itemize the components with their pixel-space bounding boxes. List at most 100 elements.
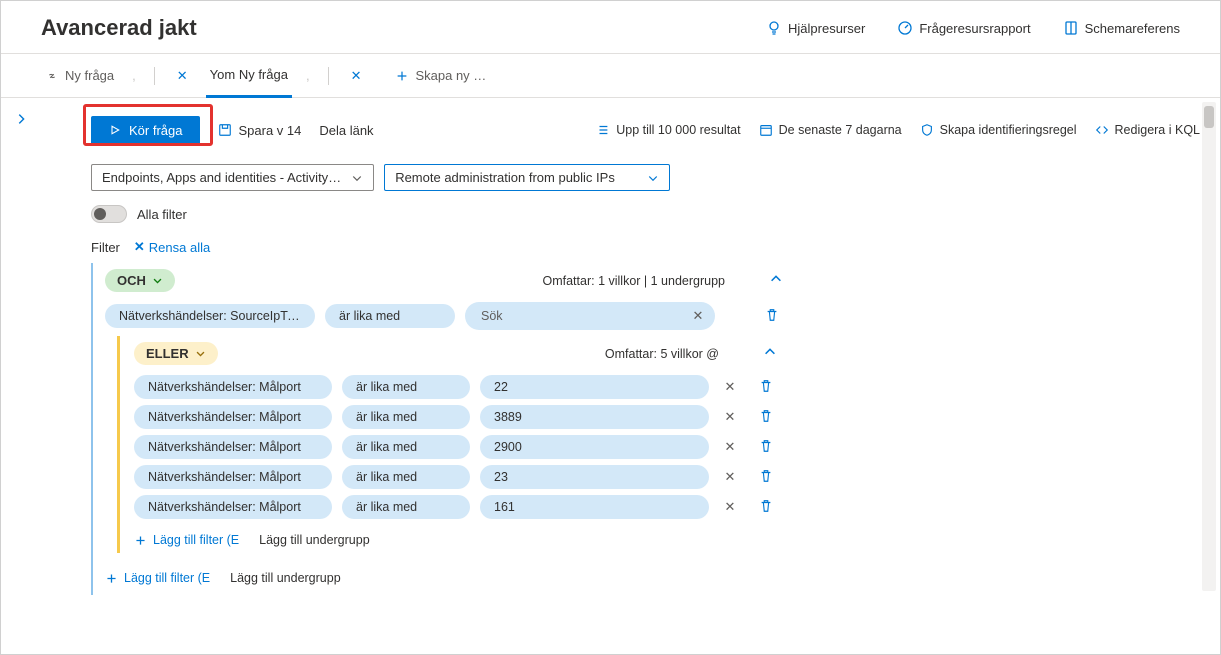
page-title: Avancerad jakt — [41, 15, 197, 41]
query-resource-report-link[interactable]: Frågeresursrapport — [897, 20, 1030, 36]
add-filter-link[interactable]: Lägg till filter (E — [134, 533, 239, 547]
share-label: Dela länk — [319, 123, 373, 138]
chevron-down-icon — [647, 172, 659, 184]
chevron-right-icon — [14, 112, 28, 126]
timespan-label: De senaste 7 dagarna — [779, 123, 902, 137]
field-pill[interactable]: Nätverkshändelser: Målport — [134, 375, 332, 399]
value-input[interactable] — [479, 308, 687, 324]
delete-condition[interactable] — [765, 308, 787, 325]
add-subgroup-link[interactable]: Lägg till undergrupp — [259, 533, 370, 547]
clear-all-label: Rensa alla — [149, 240, 210, 255]
new-tab-label: Skapa ny … — [415, 68, 486, 83]
template-select[interactable]: Remote administration from public IPs — [384, 164, 670, 191]
value-pill[interactable]: 2900 — [480, 435, 709, 459]
plus-icon — [134, 534, 147, 547]
remove-condition-icon[interactable]: ✕ — [719, 406, 741, 428]
operator-pill[interactable]: är lika med — [342, 405, 470, 429]
remove-condition-icon[interactable]: ✕ — [719, 376, 741, 398]
add-row-subgroup: Lägg till filter (E Lägg till undergrupp — [134, 525, 781, 547]
or-label: ELLER — [146, 346, 189, 361]
help-resources-link[interactable]: Hjälpresurser — [766, 20, 865, 36]
remove-condition-icon[interactable]: ✕ — [719, 436, 741, 458]
operator-pill[interactable]: är lika med — [342, 435, 470, 459]
schema-reference-link[interactable]: Schemareferens — [1063, 20, 1180, 36]
add-subgroup-link[interactable]: Lägg till undergrupp — [230, 571, 341, 585]
or-operator-chip[interactable]: ELLER — [134, 342, 218, 365]
calendar-icon — [759, 123, 773, 137]
tab-divider: , — [306, 68, 310, 83]
condition-row: Nätverkshändelser: SourceIpType är lika … — [105, 302, 787, 330]
and-group-right: Omfattar: 1 villkor | 1 undergrupp — [543, 272, 788, 289]
help-resources-label: Hjälpresurser — [788, 21, 865, 36]
and-operator-chip[interactable]: OCH — [105, 269, 175, 292]
play-icon — [109, 124, 121, 136]
tab-divider: , — [132, 68, 136, 83]
expand-sidebar[interactable] — [1, 98, 41, 595]
operator-pill[interactable]: är lika med — [342, 495, 470, 519]
plus-icon — [105, 572, 118, 585]
trash-icon — [759, 379, 773, 393]
field-pill[interactable]: Nätverkshändelser: Målport — [134, 465, 332, 489]
results-limit[interactable]: Upp till 10 000 resultat — [596, 123, 740, 137]
condition-row: Nätverkshändelser: Målport är lika med 290… — [134, 435, 781, 459]
share-link-button[interactable]: Dela länk — [319, 123, 373, 138]
trash-icon — [759, 439, 773, 453]
trash-icon — [759, 409, 773, 423]
value-pill[interactable]: 23 — [480, 465, 709, 489]
value-pill[interactable]: 3889 — [480, 405, 709, 429]
results-label: Upp till 10 000 resultat — [616, 123, 740, 137]
delete-condition[interactable] — [759, 379, 781, 396]
close-icon[interactable]: ✕ — [347, 68, 366, 84]
clear-value-icon[interactable]: ✕ — [687, 305, 709, 327]
scrollbar-thumb[interactable] — [1204, 106, 1214, 128]
table-select[interactable]: Endpoints, Apps and identities - Activit… — [91, 164, 374, 191]
run-query-button[interactable]: Kör fråga — [91, 116, 200, 145]
selects-row: Endpoints, Apps and identities - Activit… — [41, 152, 1200, 201]
save-button[interactable]: Spara v 14 — [218, 123, 301, 138]
shield-icon — [920, 123, 934, 137]
operator-pill[interactable]: är lika med — [342, 375, 470, 399]
add-filter-label: Lägg till filter (E — [124, 571, 210, 585]
chevron-up-icon — [763, 345, 777, 359]
close-icon[interactable]: ✕ — [173, 68, 192, 84]
trash-icon — [759, 469, 773, 483]
chevron-down-icon — [351, 172, 363, 184]
field-pill[interactable]: Nätverkshändelser: SourceIpType — [105, 304, 315, 328]
value-input-pill[interactable]: ✕ — [465, 302, 715, 330]
all-filters-toggle[interactable] — [91, 205, 127, 223]
delete-condition[interactable] — [759, 469, 781, 486]
field-pill[interactable]: Nätverkshändelser: Målport — [134, 495, 332, 519]
collapse-and-group[interactable] — [765, 272, 787, 289]
remove-condition-icon[interactable]: ✕ — [719, 466, 741, 488]
value-pill[interactable]: 22 — [480, 375, 709, 399]
tab-new-query-2[interactable]: Yom Ny fråga — [206, 54, 292, 98]
operator-pill[interactable]: är lika med — [325, 304, 455, 328]
template-select-value: Remote administration from public IPs — [395, 170, 615, 185]
field-pill[interactable]: Nätverkshändelser: Målport — [134, 435, 332, 459]
scrollbar[interactable] — [1202, 102, 1216, 591]
delete-condition[interactable] — [759, 409, 781, 426]
tab-new-query-1[interactable]: Ny fråga — [41, 54, 118, 98]
edit-in-kql[interactable]: Redigera i KQL — [1095, 123, 1200, 137]
and-group-header: OCH Omfattar: 1 villkor | 1 undergrupp — [105, 269, 787, 292]
content: Kör fråga Spara v 14 Dela länk Upp till … — [1, 98, 1220, 595]
create-detection-rule[interactable]: Skapa identifieringsregel — [920, 123, 1077, 137]
condition-row: Nätverkshändelser: Målport är lika med 22 ✕ — [134, 375, 781, 399]
value-pill[interactable]: 161 — [480, 495, 709, 519]
query-builder: OCH Omfattar: 1 villkor | 1 undergrupp N… — [91, 263, 797, 595]
add-filter-link[interactable]: Lägg till filter (E — [105, 571, 210, 585]
collapse-or-group[interactable] — [759, 345, 781, 362]
or-summary: Omfattar: 5 villkor @ — [605, 347, 719, 361]
all-filters-label: Alla filter — [137, 207, 187, 222]
delete-condition[interactable] — [759, 439, 781, 456]
remove-condition-icon[interactable]: ✕ — [719, 496, 741, 518]
table-select-value: Endpoints, Apps and identities - Activit… — [102, 170, 341, 185]
operator-pill[interactable]: är lika med — [342, 465, 470, 489]
new-tab-button[interactable]: Skapa ny … — [391, 54, 490, 98]
timespan-picker[interactable]: De senaste 7 dagarna — [759, 123, 902, 137]
gauge-icon — [897, 20, 913, 36]
field-pill[interactable]: Nätverkshändelser: Målport — [134, 405, 332, 429]
clear-all-link[interactable]: ✕ Rensa alla — [134, 239, 210, 255]
delete-condition[interactable] — [759, 499, 781, 516]
header-actions: Hjälpresurser Frågeresursrapport Schemar… — [766, 20, 1180, 36]
